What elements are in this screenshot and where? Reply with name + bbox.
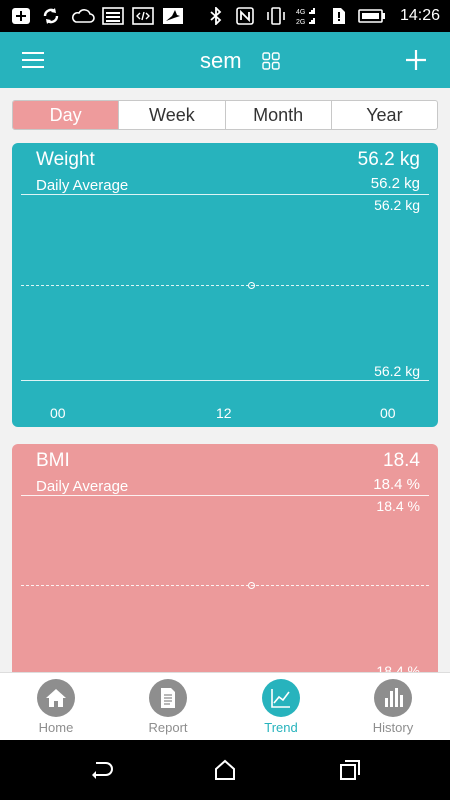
weight-subtitle: Daily Average [36, 177, 129, 194]
weight-data-point [248, 282, 255, 289]
history-icon [374, 679, 412, 717]
nav-trend[interactable]: Trend [236, 677, 326, 739]
bluetooth-icon [207, 7, 225, 25]
weight-card[interactable]: Weight 56.2 kg Daily Average 56.2 kg 56.… [12, 143, 438, 427]
app-bar: sem [0, 32, 450, 88]
bottom-nav: Home Report Trend History [0, 672, 450, 740]
nav-history[interactable]: History [348, 677, 438, 739]
segment-week[interactable]: Week [118, 101, 224, 129]
sync-icon [40, 7, 62, 25]
nav-label: Report [148, 720, 188, 735]
vibrate-icon [265, 7, 287, 25]
back-icon[interactable] [88, 758, 114, 782]
nav-home[interactable]: Home [11, 677, 101, 739]
bmi-title: BMI [36, 450, 70, 471]
home-icon[interactable] [212, 758, 238, 782]
weight-y-min-label: 56.2 kg [374, 363, 420, 379]
cloud-icon [70, 7, 96, 25]
weight-value: 56.2 kg [357, 149, 420, 170]
weight-average-line [21, 285, 429, 286]
signal-2g-label: 2G [296, 19, 305, 26]
battery-icon [358, 7, 386, 25]
menu-icon[interactable] [14, 46, 54, 74]
weight-y-max-label: 56.2 kg [374, 197, 420, 213]
bmi-subtitle: Daily Average [36, 478, 129, 495]
nfc-icon [235, 7, 255, 25]
status-bar: 4G 2G 14:26 [0, 0, 450, 32]
signal-4g-2g-icon: 4G 2G [296, 7, 322, 26]
bmi-card[interactable]: BMI 18.4 Daily Average 18.4 % 18.4 % 18.… [12, 444, 438, 684]
bmi-value: 18.4 [383, 450, 420, 471]
home-icon [37, 679, 75, 717]
x-tick: 00 [380, 405, 396, 421]
sim-icon [330, 7, 348, 25]
weight-title: Weight [36, 149, 95, 170]
grid-icon[interactable] [262, 52, 280, 70]
page-title: sem [200, 48, 242, 73]
recents-icon[interactable] [337, 758, 363, 782]
nav-label: History [372, 720, 414, 735]
bmi-y-max-label: 18.4 % [376, 498, 420, 514]
x-tick: 12 [216, 405, 232, 421]
bmi-data-point [248, 582, 255, 589]
nav-label: Home [38, 720, 74, 735]
bmi-top-line [21, 495, 429, 496]
code-icon [132, 7, 154, 25]
nav-label: Trend [264, 720, 298, 735]
add-icon[interactable] [398, 44, 434, 76]
nav-report[interactable]: Report [123, 677, 213, 739]
period-selector: Day Week Month Year [12, 100, 438, 130]
segment-day[interactable]: Day [13, 101, 119, 129]
signal-4g-label: 4G [296, 9, 305, 16]
weight-daily-average: 56.2 kg [370, 175, 420, 192]
bmi-average-line [21, 585, 429, 586]
trend-icon [262, 679, 300, 717]
system-nav-bar [0, 740, 450, 800]
bird-icon [162, 7, 184, 25]
segment-year[interactable]: Year [330, 101, 437, 129]
bmi-daily-average: 18.4 % [373, 476, 420, 493]
x-tick: 00 [50, 405, 66, 421]
weight-baseline [21, 380, 429, 381]
status-time: 14:26 [399, 7, 440, 24]
report-icon [149, 679, 187, 717]
weight-top-line [21, 194, 429, 195]
image-icon [102, 7, 124, 25]
segment-month[interactable]: Month [224, 101, 331, 129]
add-icon [10, 7, 32, 25]
